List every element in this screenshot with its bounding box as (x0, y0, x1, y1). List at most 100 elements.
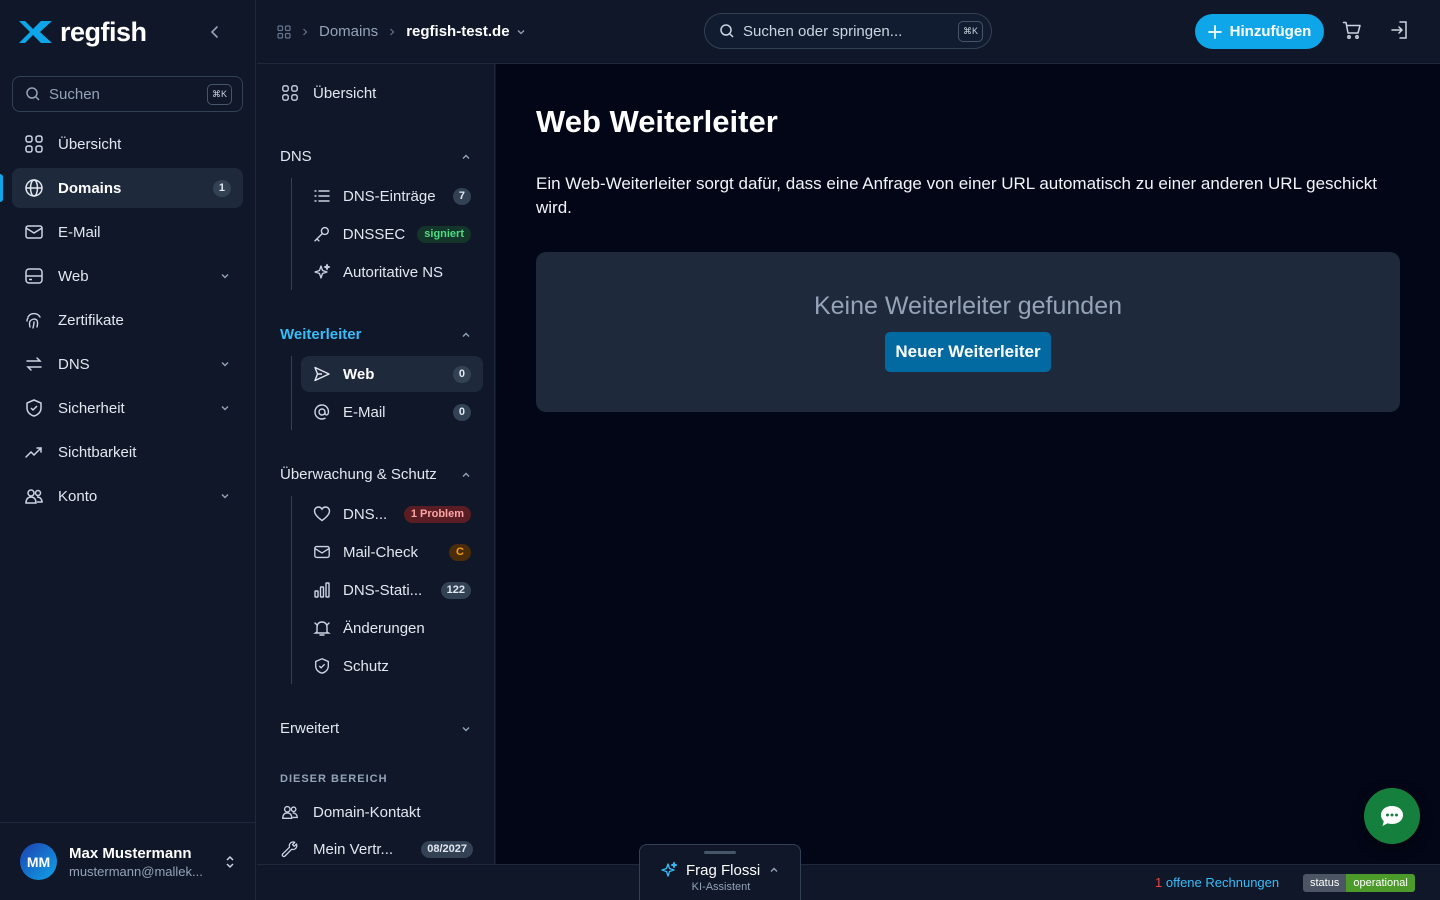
chevron-up-icon (462, 472, 470, 477)
trend-icon (25, 447, 42, 458)
chevron-right-icon (390, 28, 395, 35)
at-icon (314, 404, 330, 420)
subnav-item-label: Autoritative NS (343, 263, 444, 281)
breadcrumb-current-domain[interactable]: regfish-test.de (406, 23, 525, 40)
breadcrumb: Domains regfish-test.de (277, 23, 526, 40)
page-title: Web Weiterleiter (536, 104, 778, 139)
subnav-email-forwarder[interactable]: E-Mail 0 (301, 394, 483, 430)
subnav-item-label: DNSSEC (342, 225, 406, 243)
top-bar: Domains regfish-test.de Suchen oder spri… (257, 0, 1440, 64)
chevron-up-icon (462, 332, 470, 337)
add-button[interactable]: Hinzufügen (1195, 14, 1324, 49)
nav-item-label: Domains (58, 179, 122, 197)
nav-item-label: Sichtbarkeit (58, 443, 137, 461)
status-badge[interactable]: status operational (1303, 874, 1415, 892)
wrench-icon (281, 841, 298, 858)
avatar: MM (20, 843, 57, 880)
plus-icon (1207, 24, 1222, 39)
shield-icon (26, 399, 42, 417)
nav-item-dns[interactable]: DNS (12, 344, 243, 384)
mail-check-grade-badge: C (449, 543, 471, 561)
list-icon (314, 190, 330, 202)
grid-icon[interactable] (277, 24, 291, 39)
logo-text: regfish (60, 16, 147, 47)
global-search-input[interactable]: Suchen oder springen... ⌘K (704, 13, 992, 49)
group-dns-line (291, 178, 292, 290)
nav-item-label: Zertifikate (58, 311, 124, 329)
nav-item-label: Konto (58, 487, 98, 505)
assistant-subtitle: KI-Assistent (691, 881, 751, 893)
chevron-down-icon (221, 494, 229, 499)
collapse-sidebar-button[interactable] (203, 20, 227, 44)
breadcrumb-domains[interactable]: Domains (319, 23, 378, 40)
group-forwarders-toggle[interactable]: Weiterleiter (280, 326, 472, 343)
nav-item-web[interactable]: Web (12, 256, 243, 296)
subnav-changes[interactable]: Änderungen (301, 610, 483, 646)
chevron-down-icon (221, 274, 229, 279)
regfish-logo[interactable]: regfish (16, 17, 147, 48)
subnav-dns-monitor[interactable]: DNS... 1 Problem (301, 496, 483, 532)
mail-icon (314, 545, 330, 559)
nav-item-domains[interactable]: Domains 1 (0, 168, 243, 208)
subnav-item-label: E-Mail (343, 403, 386, 421)
users-icon (282, 805, 298, 819)
group-monitoring-toggle[interactable]: Überwachung & Schutz (280, 466, 472, 483)
subnav-item-label: Web (343, 365, 375, 383)
fingerprint-icon (26, 312, 41, 329)
bar-chart-icon (314, 582, 330, 598)
group-monitoring-line (291, 496, 292, 684)
current-domain-label: regfish-test.de (406, 23, 510, 40)
fish-logo-icon (19, 21, 52, 43)
subnav-item-label: Mail-Check (343, 543, 419, 561)
nav-item-security[interactable]: Sicherheit (12, 388, 243, 428)
chevron-right-icon (303, 28, 308, 35)
subnav-dns-records[interactable]: DNS-Einträge 7 (301, 178, 483, 214)
global-search-placeholder: Suchen oder springen... (743, 22, 903, 40)
ai-assistant-panel[interactable]: Frag Flossi KI-Assistent (639, 844, 801, 900)
nav-item-label: DNS (58, 355, 90, 373)
chevron-up-icon (462, 154, 470, 159)
nav-item-certificates[interactable]: Zertifikate (12, 300, 243, 340)
subnav-my-contract[interactable]: Mein Vertr... 08/2027 (281, 840, 473, 858)
subnav-item-label: Schutz (343, 657, 389, 675)
sidebar-search-label: Suchen (49, 85, 100, 103)
chevron-updown-icon (226, 855, 234, 868)
nav-item-email[interactable]: E-Mail (12, 212, 243, 252)
empty-state-card: Keine Weiterleiter gefunden Neuer Weiter… (536, 252, 1400, 412)
search-icon (26, 87, 40, 101)
search-shortcut: ⌘K (206, 83, 232, 105)
assistant-title: Frag Flossi (686, 861, 761, 879)
sparkles-icon (314, 263, 331, 279)
subnav-web-forwarder[interactable]: Web 0 (301, 356, 483, 392)
nav-item-account[interactable]: Konto (12, 476, 243, 516)
user-menu[interactable]: MM Max Mustermann mustermann@mallek... (0, 822, 256, 900)
sidebar-search[interactable]: Suchen ⌘K (12, 76, 243, 112)
chevron-up-icon (770, 867, 778, 872)
subnav-dnssec[interactable]: DNSSEC signiert (301, 216, 483, 252)
chat-button[interactable] (1364, 788, 1420, 844)
status-badge-value: operational (1346, 874, 1415, 892)
mail-icon (25, 225, 43, 239)
dns-problem-badge: 1 Problem (403, 505, 471, 523)
subnav-domain-contact[interactable]: Domain-Kontakt (281, 803, 473, 821)
drag-handle[interactable] (704, 851, 736, 854)
subnav-item-label: Änderungen (343, 619, 425, 637)
invoices-count: 1 (1155, 875, 1163, 890)
subnav-overview-label: Übersicht (313, 84, 377, 102)
nav-item-visibility[interactable]: Sichtbarkeit (12, 432, 243, 472)
open-invoices-link[interactable]: 1 offene Rechnungen (1155, 875, 1279, 890)
group-advanced-toggle[interactable]: Erweitert (280, 720, 472, 737)
subnav-protection[interactable]: Schutz (301, 648, 483, 684)
bottom-bar: 1 offene Rechnungen status operational (257, 864, 1440, 900)
group-dns-toggle[interactable]: DNS (280, 148, 472, 165)
logout-icon[interactable] (1390, 20, 1410, 40)
nav-item-overview[interactable]: Übersicht (12, 124, 243, 164)
subnav-authoritative-ns[interactable]: Autoritative NS (301, 254, 483, 290)
subnav-overview[interactable]: Übersicht (281, 84, 376, 102)
chevron-down-icon (517, 29, 525, 34)
invoices-label: offene Rechnungen (1165, 875, 1280, 890)
subnav-dns-statistics[interactable]: DNS-Stati... 122 (301, 572, 483, 608)
subnav-mail-check[interactable]: Mail-Check C (301, 534, 483, 570)
cart-icon[interactable] (1342, 20, 1362, 40)
new-forwarder-button[interactable]: Neuer Weiterleiter (885, 332, 1051, 372)
